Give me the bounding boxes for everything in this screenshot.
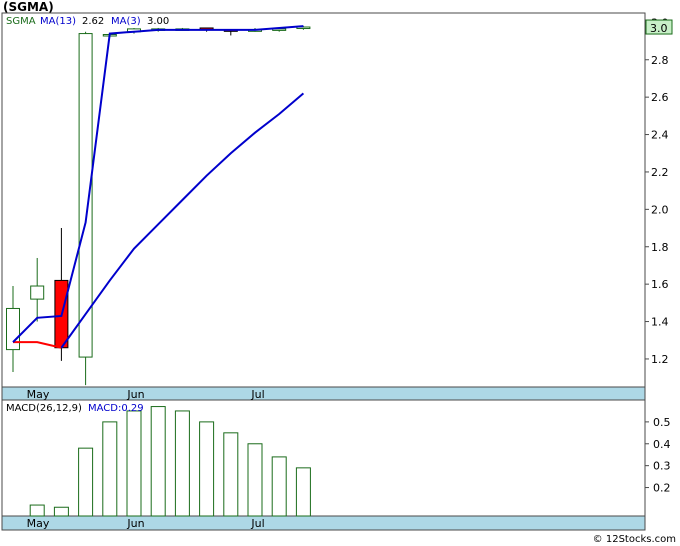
legend-ma3-label: MA(3) [111, 16, 141, 27]
macd-bar [29, 504, 45, 517]
candle-body [6, 307, 20, 351]
price-y-tick-label: 2.6 [651, 91, 669, 104]
chart-canvas: 1.2 1.4 1.6 1.8 2.0 2.2 2.4 2.6 2.8 3.0 0.2 0.3 0.4 0… [1, 12, 673, 531]
price-y-tick-label: 2.2 [651, 166, 669, 179]
price-y-tick-label: 2.4 [651, 129, 669, 142]
price-y-tick-label: 1.2 [651, 353, 669, 366]
price-x-tick-label: May [27, 388, 50, 401]
macd-legend-label: MACD(26,12,9) [6, 403, 82, 414]
macd-x-tick-label: Jul [250, 517, 264, 530]
current-price-label: 3.0 [650, 22, 668, 35]
macd-bar [102, 421, 118, 517]
price-y-tick-label: 2.8 [651, 54, 669, 67]
macd-y-tick-label: 0.4 [653, 438, 671, 451]
macd-bar [295, 467, 311, 517]
macd-bar [199, 421, 215, 517]
price-y-tick-label: 1.4 [651, 316, 669, 329]
macd-legend-value: MACD:0.29 [88, 403, 144, 414]
macd-y-tick-label: 0.2 [653, 482, 671, 495]
price-y-tick-label: 2.0 [651, 203, 669, 216]
macd-panel [1, 399, 646, 517]
macd-bar [78, 447, 94, 517]
price-x-axis-strip [1, 386, 646, 401]
price-x-tick-label: Jun [126, 388, 144, 401]
macd-x-tick-label: Jun [126, 517, 144, 530]
price-y-tick-label: 1.8 [651, 241, 669, 254]
legend-symbol: SGMA [6, 16, 36, 27]
legend-ma3-value: 3.00 [147, 16, 169, 27]
macd-bar [126, 410, 142, 517]
macd-x-tick-label: May [27, 517, 50, 530]
price-y-tick-label: 1.6 [651, 278, 669, 291]
macd-x-axis-strip [1, 515, 646, 531]
macd-bar [150, 406, 166, 517]
legend-ma13-value: 2.62 [82, 16, 104, 27]
price-panel [1, 12, 646, 388]
macd-bar [53, 506, 69, 517]
legend-ma13-label: MA(13) [40, 16, 76, 27]
macd-y-tick-label: 0.3 [653, 460, 671, 473]
macd-bar [174, 410, 190, 517]
macd-bar [247, 443, 263, 517]
footer-credit: © 12Stocks.com [592, 534, 676, 545]
macd-y-tick-label: 0.5 [653, 416, 671, 429]
macd-bar [223, 432, 239, 517]
price-x-tick-label: Jul [250, 388, 264, 401]
candle-body [30, 285, 45, 300]
macd-bar [271, 456, 287, 517]
